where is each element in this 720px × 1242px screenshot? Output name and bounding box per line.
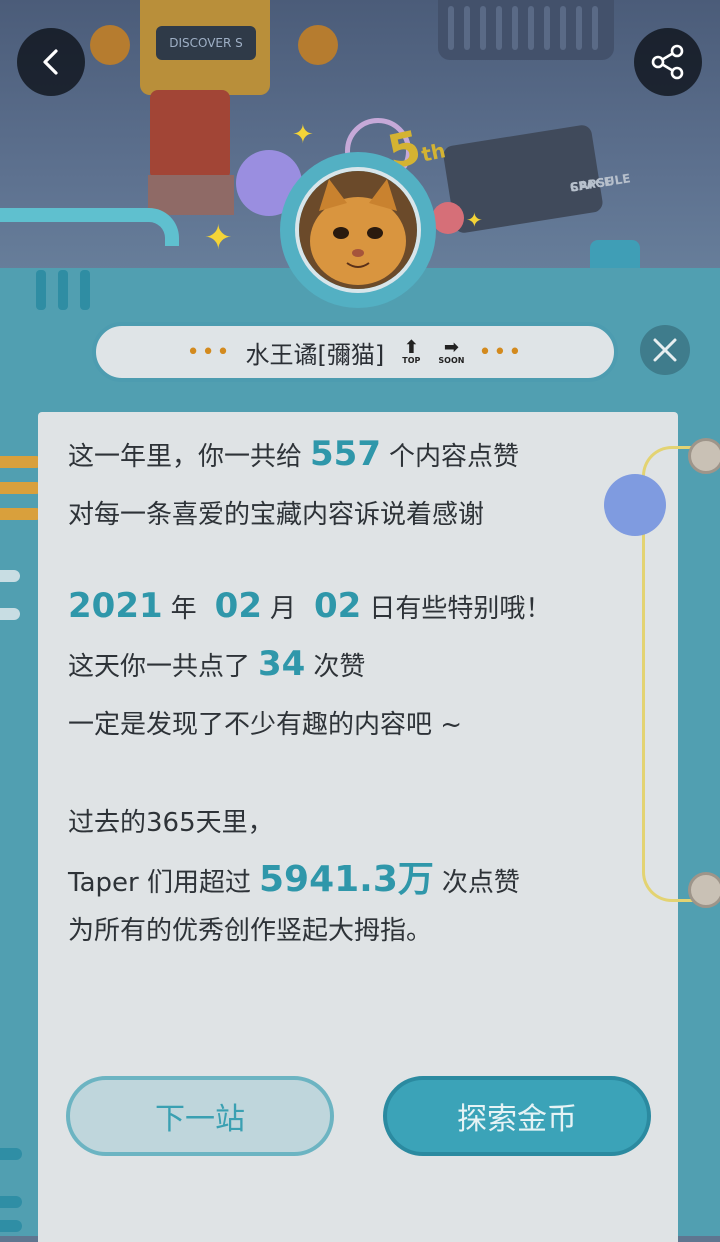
small-planet-decoration bbox=[432, 202, 464, 234]
machine-base-decoration bbox=[148, 175, 234, 215]
day-suffix: 日有些特别哦！ bbox=[369, 594, 552, 624]
avatar-ring bbox=[280, 152, 436, 308]
top-badge-label: TOP bbox=[402, 356, 421, 365]
knob-decoration bbox=[90, 25, 130, 65]
share-icon bbox=[651, 44, 684, 80]
day-value: 02 bbox=[314, 586, 362, 626]
next-stop-button[interactable]: 下一站 bbox=[66, 1076, 334, 1156]
close-icon bbox=[653, 338, 677, 362]
avatar[interactable] bbox=[295, 167, 421, 293]
day-likes-prefix: 这天你一共点了 bbox=[68, 652, 251, 682]
chevron-left-icon bbox=[43, 49, 58, 75]
community-prefix: Taper 们用超过 bbox=[68, 868, 251, 898]
sparkle-icon: ✦ bbox=[466, 208, 483, 232]
soon-badge-icon: ➡ SOON bbox=[438, 337, 465, 365]
likes-count: 557 bbox=[310, 434, 381, 474]
community-line: Taper 们用超过 5941.3万 次点赞 bbox=[68, 850, 520, 902]
community-suffix: 次点赞 bbox=[441, 868, 520, 898]
day-likes-suffix: 次赞 bbox=[313, 652, 366, 682]
likes-line: 这一年里，你一共给 557 个内容点赞 bbox=[68, 434, 519, 474]
capsule-text-2: CAPSULE bbox=[568, 171, 632, 195]
community-count: 5941.3万 bbox=[258, 859, 434, 900]
month-value: 02 bbox=[214, 586, 262, 626]
likes-prefix: 这一年里，你一共给 bbox=[68, 442, 303, 472]
day-likes-count: 34 bbox=[258, 644, 306, 684]
dots-decoration-right: ••• bbox=[478, 339, 524, 365]
knob-decoration bbox=[298, 25, 338, 65]
explore-coins-button[interactable]: 探索金币 bbox=[383, 1076, 651, 1156]
machine-screen: DISCOVER S bbox=[156, 26, 256, 60]
month-unit: 月 bbox=[269, 594, 296, 624]
community-line-3: 为所有的优秀创作竖起大拇指。 bbox=[68, 916, 433, 946]
close-button[interactable] bbox=[640, 325, 690, 375]
special-date-line: 2021 年 02 月 02 日有些特别哦！ bbox=[68, 586, 551, 626]
username: 水王谲[彌猫] bbox=[245, 340, 385, 369]
year-unit: 年 bbox=[170, 594, 197, 624]
anniversary-suffix: th bbox=[419, 138, 448, 167]
day-line-3: 一定是发现了不少有趣的内容吧 ~ bbox=[68, 710, 463, 740]
likes-line-2: 对每一条喜爱的宝藏内容诉说着感谢 bbox=[68, 500, 485, 530]
back-button[interactable] bbox=[17, 28, 85, 96]
likes-suffix: 个内容点赞 bbox=[389, 442, 520, 472]
past-line: 过去的365天里， bbox=[68, 808, 274, 838]
track-node-decoration bbox=[688, 438, 720, 474]
sparkle-icon: ✦ bbox=[292, 120, 314, 150]
pipe-decoration bbox=[150, 90, 230, 180]
vent-decoration bbox=[438, 0, 614, 60]
track-node-decoration bbox=[688, 872, 720, 908]
day-likes-line: 这天你一共点了 34 次赞 bbox=[68, 644, 365, 684]
pipe-decoration-left bbox=[0, 208, 179, 246]
top-badge-icon: ⬆ TOP bbox=[402, 337, 421, 365]
soon-badge-label: SOON bbox=[438, 356, 465, 365]
year-value: 2021 bbox=[68, 586, 163, 626]
username-bar: ••• 水王谲[彌猫] ⬆ TOP ➡ SOON ••• bbox=[92, 322, 618, 382]
sparkle-icon: ✦ bbox=[204, 218, 233, 258]
share-button[interactable] bbox=[634, 28, 702, 96]
dots-decoration-left: ••• bbox=[186, 339, 232, 365]
planet-decoration bbox=[604, 474, 666, 536]
